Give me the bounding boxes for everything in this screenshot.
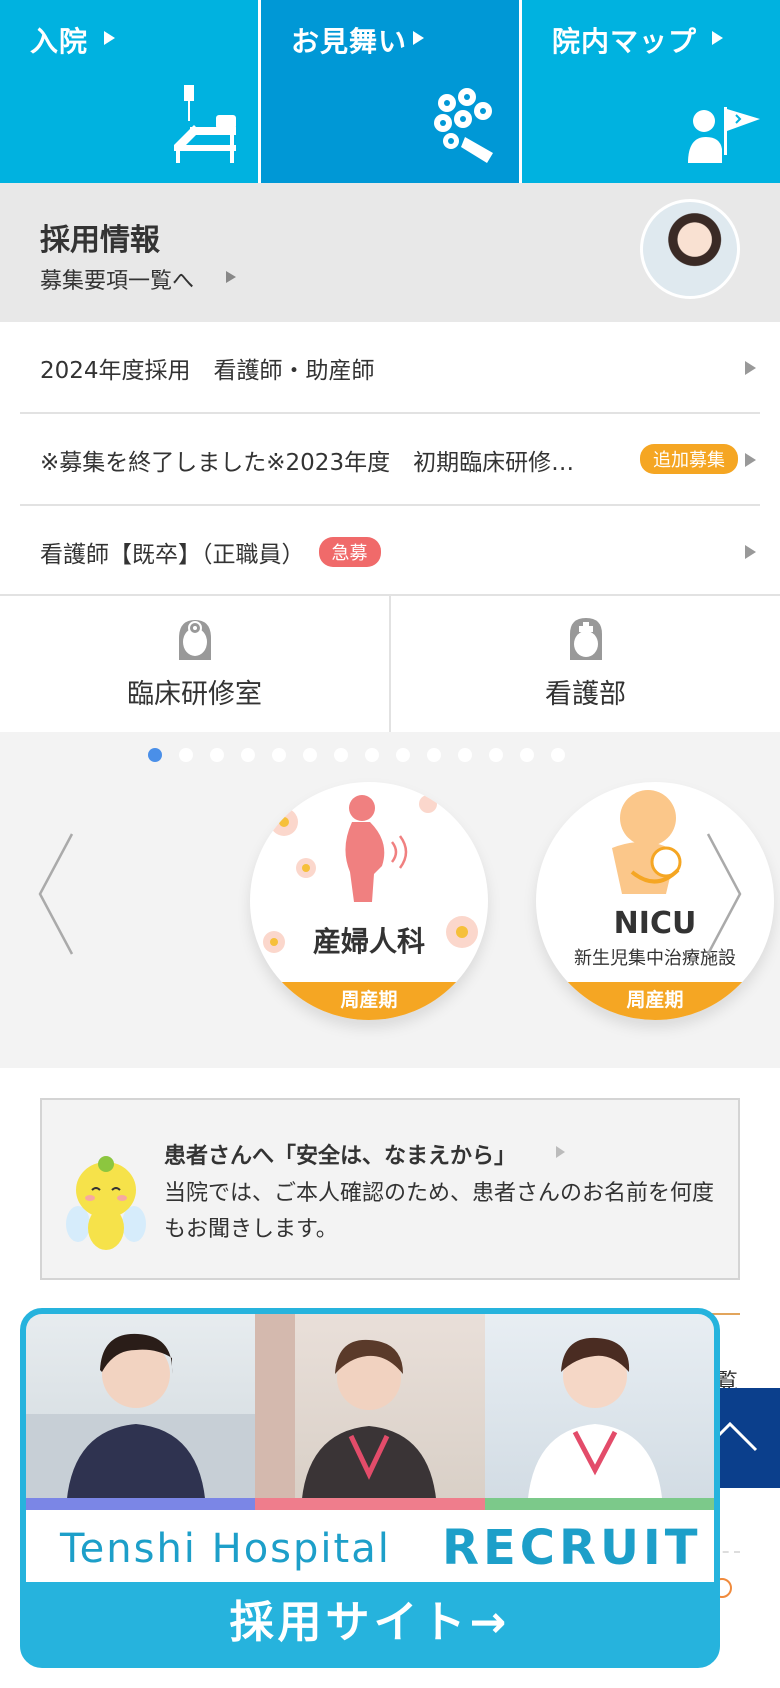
job-item-label: 看護師【既卒】（正職員） 急募: [40, 535, 381, 569]
recruit-list-link[interactable]: 募集要項一覧へ: [40, 263, 194, 295]
hospital-bed-icon: [174, 85, 236, 163]
nav-map-label: 院内マップ: [552, 25, 698, 58]
carousel-dot[interactable]: [551, 748, 565, 762]
chevron-left-icon[interactable]: [36, 832, 76, 956]
job-item-text: 看護師【既卒】（正職員）: [40, 542, 305, 568]
arrow-right-icon: [712, 31, 723, 45]
carousel-dot[interactable]: [179, 748, 193, 762]
carousel-dot[interactable]: [148, 748, 162, 762]
carousel-dot[interactable]: [458, 748, 472, 762]
nurse-head-icon: [569, 618, 602, 660]
dept-clinical-training[interactable]: 臨床研修室: [0, 596, 391, 732]
dept-nursing-label: 看護部: [545, 679, 626, 710]
job-item[interactable]: ※募集を終了しました※2023年度 初期臨床研修… 追加募集: [20, 414, 760, 506]
page: 入院 お見舞い 院内マップ 採用情報 募集要項一覧へ 2024年度採用 看護師・…: [0, 0, 780, 1688]
carousel-dot[interactable]: [272, 748, 286, 762]
staff-photos: [26, 1314, 714, 1510]
arrow-right-icon: [745, 545, 756, 559]
carousel-dot[interactable]: [489, 748, 503, 762]
angel-mascot-icon: [66, 1156, 146, 1250]
nav-map[interactable]: 院内マップ: [522, 0, 780, 183]
notice-body: 当院では、ご本人確認のため、患者さんのお名前を何度もお聞きします。: [164, 1181, 715, 1242]
carousel-card-band: 周産期: [536, 982, 774, 1020]
additional-recruit-badge: 追加募集: [640, 444, 738, 474]
job-item-label: ※募集を終了しました※2023年度 初期臨床研修…: [40, 450, 575, 476]
job-list: 2024年度採用 看護師・助産師 ※募集を終了しました※2023年度 初期臨床研…: [0, 322, 780, 598]
dept-clinical-training-label: 臨床研修室: [127, 679, 262, 710]
banner-hospital-name: Tenshi Hospital: [60, 1526, 391, 1572]
department-links: 臨床研修室 看護部: [0, 594, 780, 732]
banner-recruit-label: RECRUIT: [442, 1520, 702, 1576]
color-stripe: [26, 1498, 714, 1510]
arrow-right-icon: [745, 361, 756, 375]
carousel-dot[interactable]: [334, 748, 348, 762]
arrow-right-icon: [226, 271, 236, 283]
staff-photo: [255, 1314, 485, 1510]
nav-visit-label: お見舞い: [291, 25, 408, 58]
staff-photo: [26, 1314, 256, 1510]
carousel-dot[interactable]: [396, 748, 410, 762]
nav-admission[interactable]: 入院: [0, 0, 261, 183]
job-item-label: 2024年度採用 看護師・助産師: [40, 358, 375, 384]
notice-title: 患者さんへ「安全は、なまえから」: [164, 1144, 517, 1169]
doctor-head-icon: [178, 620, 211, 660]
carousel-card-band: 周産期: [250, 982, 488, 1020]
urgent-badge: 急募: [318, 537, 381, 567]
arrow-right-icon: [104, 31, 115, 45]
carousel-card-obgyn[interactable]: 産婦人科 周産期: [250, 782, 488, 1020]
carousel-dot[interactable]: [427, 748, 441, 762]
carousel-dot[interactable]: [520, 748, 534, 762]
carousel-dot[interactable]: [365, 748, 379, 762]
carousel-dot[interactable]: [210, 748, 224, 762]
recruit-site-cta[interactable]: 採用サイト→: [26, 1584, 714, 1662]
job-item[interactable]: 看護師【既卒】（正職員） 急募: [20, 506, 760, 598]
arrow-right-icon: [556, 1146, 565, 1158]
recruit-title: 採用情報: [40, 223, 160, 258]
guide-flag-person-icon: [688, 107, 760, 163]
chevron-right-icon[interactable]: [704, 832, 744, 956]
carousel-dots: [148, 748, 565, 762]
patient-safety-notice[interactable]: 患者さんへ「安全は、なまえから」 当院では、ご本人確認のため、患者さんのお名前を…: [40, 1098, 740, 1280]
nav-visit[interactable]: お見舞い: [261, 0, 522, 183]
dept-nursing[interactable]: 看護部: [391, 596, 780, 732]
nurse-photo: [640, 199, 740, 299]
top-nav: 入院 お見舞い 院内マップ: [0, 0, 780, 183]
nav-admission-label: 入院: [30, 25, 89, 58]
recruit-header[interactable]: 採用情報 募集要項一覧へ: [0, 183, 780, 322]
carousel-card-name: 産婦人科: [312, 925, 425, 958]
arrow-right-icon: [413, 31, 424, 45]
staff-photo: [484, 1314, 714, 1510]
carousel-dot[interactable]: [303, 748, 317, 762]
recruit-site-banner[interactable]: Tenshi Hospital RECRUIT 採用サイト→: [20, 1308, 720, 1668]
department-carousel: 産婦人科 周産期 NICU 新生児集中治療施設 周産期: [0, 732, 780, 1068]
carousel-dot[interactable]: [241, 748, 255, 762]
flower-bouquet-icon: [434, 88, 493, 163]
arrow-right-icon: [745, 453, 756, 467]
job-item[interactable]: 2024年度採用 看護師・助産師: [20, 322, 760, 414]
